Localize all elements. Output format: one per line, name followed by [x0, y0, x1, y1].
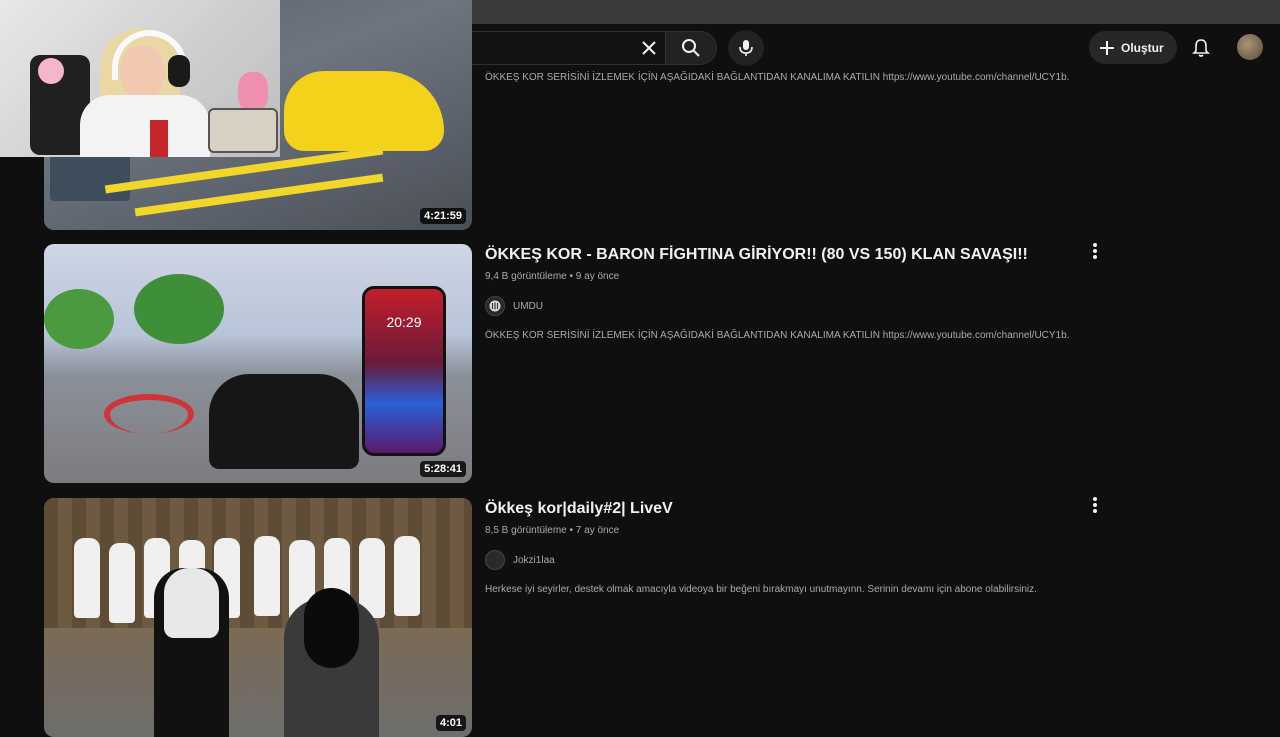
- more-actions-button[interactable]: [1086, 495, 1104, 515]
- voice-search-button[interactable]: [728, 30, 764, 66]
- channel-avatar[interactable]: [485, 550, 505, 570]
- create-button-label: Oluştur: [1121, 40, 1164, 55]
- microphone-icon: [739, 40, 753, 56]
- video-description: ÖKKEŞ KOR SERİSİNİ İZLEMEK İÇİN AŞAĞIDAK…: [485, 72, 1070, 83]
- video-duration: 4:21:59: [420, 208, 466, 224]
- video-age: 7 ay önce: [575, 525, 620, 536]
- video-info: ÖKKEŞ KOR SERİSİNİ İZLEMEK İÇİN AŞAĞIDAK…: [485, 72, 1105, 83]
- webcam-overlay: [0, 0, 280, 157]
- more-vertical-icon: [1093, 243, 1097, 259]
- plus-icon: [1100, 40, 1114, 55]
- close-icon: [642, 41, 656, 55]
- video-age: 9 ay önce: [575, 271, 620, 282]
- video-info: ÖKKEŞ KOR - BARON FİGHTINA GİRİYOR!! (80…: [485, 245, 1105, 341]
- channel-name[interactable]: UMDU: [513, 301, 543, 312]
- video-title[interactable]: Ökkeş kor|daily#2| LiveV: [485, 499, 1105, 519]
- more-actions-button[interactable]: [1086, 241, 1104, 261]
- video-views: 8,5 B görüntüleme: [485, 525, 567, 536]
- video-thumbnail[interactable]: 20:29 5:28:41: [44, 244, 472, 483]
- meta-separator: •: [569, 271, 574, 282]
- meta-separator: •: [569, 525, 574, 536]
- video-meta: 8,5 B görüntüleme • 7 ay önce: [485, 525, 1105, 536]
- video-description: ÖKKEŞ KOR SERİSİNİ İZLEMEK İÇİN AŞAĞIDAK…: [485, 330, 1070, 341]
- video-description: Herkese iyi seyirler, destek olmak amacı…: [485, 584, 1037, 595]
- channel-name[interactable]: Jokzi1laa: [513, 555, 555, 566]
- create-button[interactable]: Oluştur: [1089, 31, 1177, 64]
- search-button[interactable]: [665, 31, 717, 65]
- video-thumbnail[interactable]: 4:01: [44, 498, 472, 737]
- video-views: 9,4 B görüntüleme: [485, 271, 567, 282]
- channel-link[interactable]: UMDU: [485, 296, 1105, 316]
- channel-logo-icon: [489, 300, 501, 312]
- more-vertical-icon: [1093, 497, 1097, 513]
- channel-avatar[interactable]: [485, 296, 505, 316]
- video-duration: 5:28:41: [420, 461, 466, 477]
- clear-search-button[interactable]: [634, 33, 664, 63]
- video-title[interactable]: ÖKKEŞ KOR - BARON FİGHTINA GİRİYOR!! (80…: [485, 245, 1105, 265]
- account-avatar[interactable]: [1237, 34, 1263, 60]
- notifications-button[interactable]: [1186, 33, 1216, 63]
- search-icon: [682, 39, 700, 57]
- phone-clock: 20:29: [386, 314, 422, 330]
- bell-icon: [1192, 39, 1210, 57]
- channel-link[interactable]: Jokzi1laa: [485, 550, 1105, 570]
- video-info: Ökkeş kor|daily#2| LiveV 8,5 B görüntüle…: [485, 499, 1105, 595]
- video-duration: 4:01: [435, 715, 466, 731]
- video-meta: 9,4 B görüntüleme • 9 ay önce: [485, 271, 1105, 282]
